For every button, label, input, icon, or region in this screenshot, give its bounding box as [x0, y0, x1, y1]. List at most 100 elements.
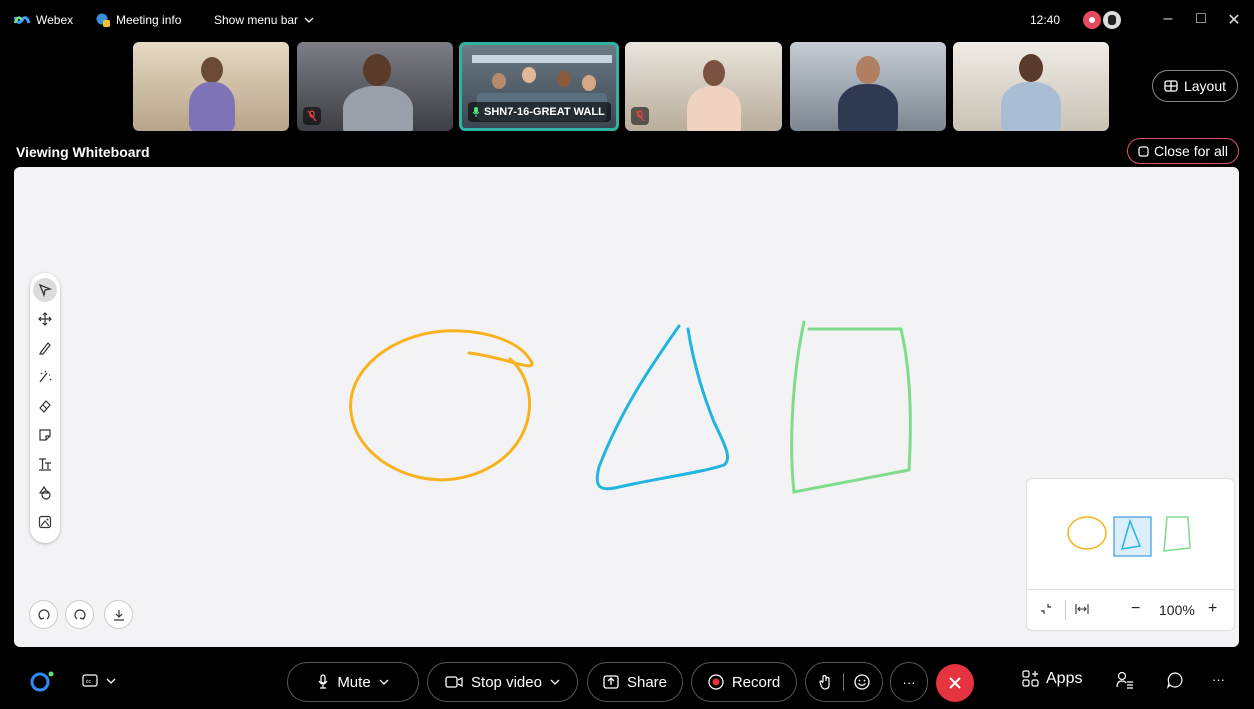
- meeting-info-button[interactable]: Meeting info: [96, 13, 181, 27]
- select-icon: [38, 283, 52, 297]
- app-brand: Webex: [14, 13, 73, 27]
- participant-tile[interactable]: [790, 42, 946, 131]
- apps-button[interactable]: Apps: [1022, 670, 1082, 688]
- drawn-circle[interactable]: [349, 329, 534, 482]
- layout-grid-icon: [1164, 80, 1178, 92]
- svg-text:cc: cc: [86, 679, 92, 685]
- whiteboard-toolbar: [30, 273, 60, 543]
- muted-icon: [631, 107, 649, 125]
- whiteboard-canvas[interactable]: − 100% +: [14, 167, 1239, 647]
- stop-square-icon: [1138, 145, 1149, 157]
- more-icon: ···: [902, 674, 916, 690]
- image-icon: [38, 515, 52, 529]
- recording-indicator-icon: [1083, 11, 1101, 29]
- download-button[interactable]: [104, 600, 133, 629]
- meeting-time: 12:40: [1030, 13, 1060, 27]
- participant-tile[interactable]: [953, 42, 1109, 131]
- redo-icon: [73, 608, 86, 620]
- viewing-label: Viewing Whiteboard: [16, 144, 150, 160]
- app-name: Webex: [36, 13, 74, 27]
- closed-captions-icon: cc: [82, 674, 98, 687]
- shapes-tool[interactable]: [33, 481, 57, 505]
- share-screen-icon: [603, 675, 619, 689]
- participant-tile[interactable]: [297, 42, 453, 131]
- mute-button[interactable]: Mute: [287, 662, 419, 702]
- pen-icon: [39, 342, 51, 355]
- participant-tile-active[interactable]: SHN7-16-GREAT WALL: [459, 42, 619, 131]
- drawn-rectangle[interactable]: [790, 320, 912, 494]
- share-label: Share: [626, 673, 668, 691]
- more-options-button[interactable]: ···: [890, 662, 928, 702]
- close-for-all-label: Close for all: [1154, 143, 1228, 159]
- eraser-tool[interactable]: [33, 394, 57, 418]
- mute-label: Mute: [337, 673, 371, 691]
- text-icon: [39, 458, 51, 471]
- zoom-level: 100%: [1159, 602, 1195, 618]
- meeting-info-label: Meeting info: [116, 13, 182, 27]
- time-label: 12:40: [1030, 13, 1061, 27]
- mic-icon: [472, 107, 480, 117]
- redo-button[interactable]: [65, 600, 94, 629]
- collapse-icon[interactable]: [1039, 602, 1053, 621]
- zoom-in-button[interactable]: +: [1208, 600, 1217, 618]
- drawn-triangle[interactable]: [595, 324, 730, 491]
- move-icon: [38, 312, 52, 326]
- eraser-icon: [39, 400, 51, 413]
- stop-video-label: Stop video: [471, 673, 542, 691]
- participant-tile[interactable]: [133, 42, 289, 131]
- minimap[interactable]: − 100% +: [1026, 478, 1235, 631]
- share-button[interactable]: Share: [587, 662, 683, 702]
- participant-name-chip: SHN7-16-GREAT WALL: [468, 102, 611, 122]
- image-tool[interactable]: [33, 510, 57, 534]
- shapes-icon: [38, 486, 51, 500]
- layout-button[interactable]: Layout: [1152, 70, 1238, 102]
- chevron-down-icon: [379, 679, 389, 685]
- download-icon: [113, 609, 124, 621]
- undo-button[interactable]: [29, 600, 58, 629]
- close-for-all-button[interactable]: Close for all: [1127, 138, 1239, 164]
- meeting-info-icon: [96, 13, 110, 27]
- record-button[interactable]: Record: [691, 662, 797, 702]
- chat-icon[interactable]: [1166, 671, 1184, 694]
- pen-tool[interactable]: [33, 336, 57, 360]
- reactions-button[interactable]: [805, 662, 883, 702]
- emoji-icon: [853, 674, 870, 690]
- show-menu-bar-button[interactable]: Show menu bar: [214, 13, 314, 27]
- apps-label: Apps: [1046, 670, 1083, 687]
- fit-width-icon[interactable]: [1075, 602, 1089, 621]
- record-icon: [708, 674, 724, 690]
- webex-assistant-icon[interactable]: [30, 670, 56, 697]
- maximize-icon[interactable]: □: [1189, 10, 1213, 28]
- minimap-preview: [1067, 516, 1191, 557]
- leave-meeting-button[interactable]: [936, 664, 974, 702]
- text-tool[interactable]: [33, 452, 57, 476]
- video-camera-icon: [445, 676, 463, 688]
- sticky-note-tool[interactable]: [33, 423, 57, 447]
- close-icon: [949, 677, 961, 689]
- bottom-controls-bar: cc Mute Stop video Share Record ··· Apps: [0, 652, 1254, 709]
- stop-video-button[interactable]: Stop video: [427, 662, 578, 702]
- move-tool[interactable]: [33, 307, 57, 331]
- more-panels-icon[interactable]: ···: [1212, 672, 1225, 687]
- security-icon[interactable]: [1103, 11, 1121, 29]
- participant-name: SHN7-16-GREAT WALL: [484, 106, 605, 118]
- sticky-note-icon: [39, 429, 51, 441]
- participant-tile[interactable]: [625, 42, 782, 131]
- zoom-out-button[interactable]: −: [1131, 600, 1140, 618]
- title-bar: Webex Meeting info Show menu bar 12:40 –…: [0, 0, 1254, 44]
- select-tool[interactable]: [33, 278, 57, 302]
- record-label: Record: [731, 673, 781, 691]
- apps-icon: [1022, 670, 1039, 687]
- show-menu-bar-label: Show menu bar: [214, 13, 299, 27]
- participants-icon[interactable]: [1116, 671, 1134, 694]
- chevron-down-icon: [550, 679, 560, 685]
- chevron-down-icon: [106, 678, 116, 684]
- minimize-icon[interactable]: –: [1156, 10, 1180, 28]
- webex-logo-icon: [14, 16, 30, 24]
- close-window-icon[interactable]: ✕: [1222, 10, 1246, 30]
- microphone-icon: [318, 674, 328, 689]
- muted-icon: [303, 107, 321, 125]
- magic-pen-tool[interactable]: [33, 365, 57, 389]
- undo-icon: [37, 608, 50, 620]
- captions-button[interactable]: cc: [82, 674, 116, 688]
